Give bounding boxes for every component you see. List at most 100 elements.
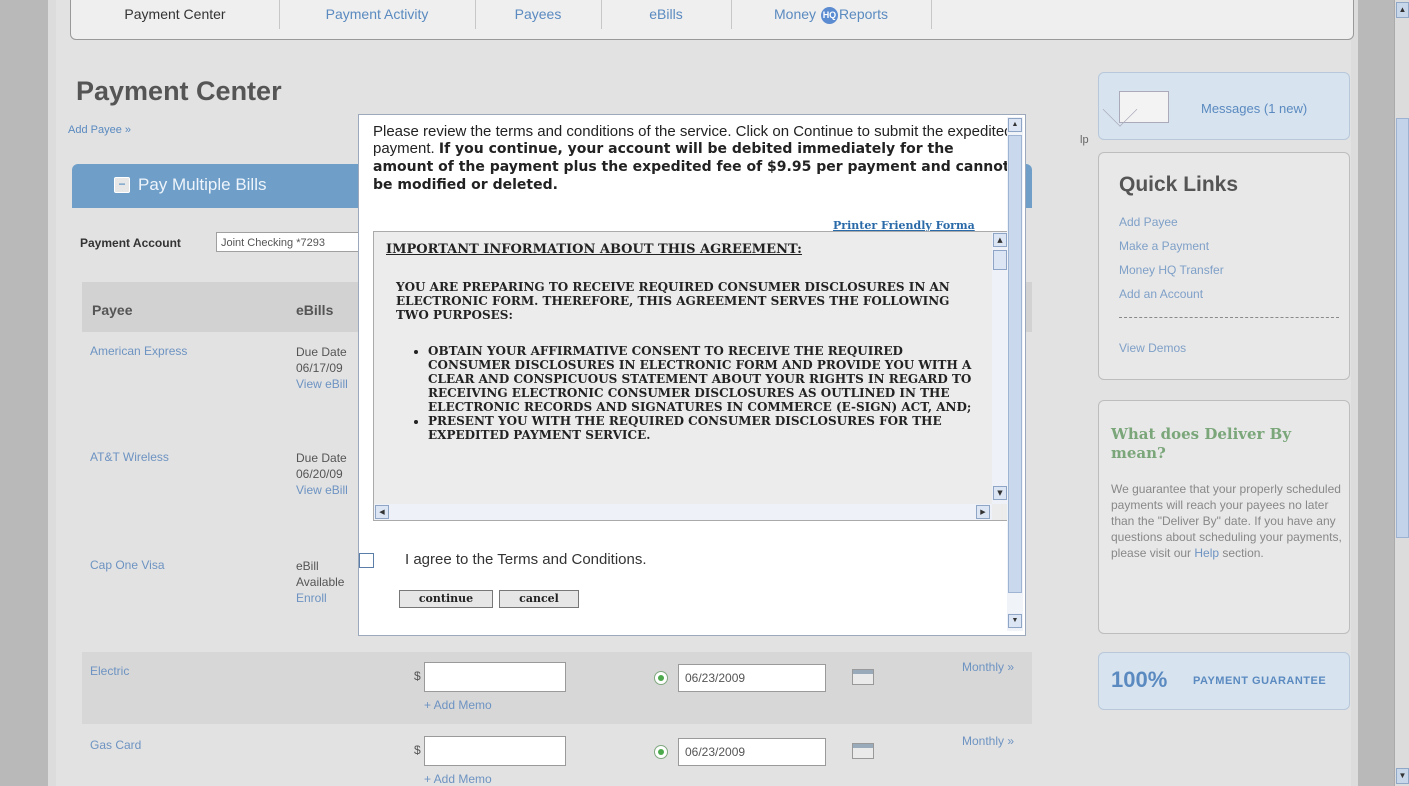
agreement-list: OBTAIN YOUR AFFIRMATIVE CONSENT TO RECEI…: [410, 344, 988, 442]
agree-checkbox[interactable]: [359, 553, 374, 568]
tab-payment-center[interactable]: Payment Center: [71, 0, 280, 29]
modal-vscrollbar[interactable]: ▲ ▼: [1007, 117, 1023, 631]
frequency-link[interactable]: Monthly »: [962, 734, 1014, 748]
pay-multiple-label: Pay Multiple Bills: [138, 175, 267, 194]
calendar-icon[interactable]: [852, 743, 874, 759]
deliver-by-title: What does Deliver By mean?: [1111, 425, 1292, 462]
payee-link[interactable]: Gas Card: [90, 738, 141, 752]
currency-symbol: $: [414, 669, 421, 683]
messages-link[interactable]: Messages (1 new): [1201, 101, 1307, 116]
agreement-heading: IMPORTANT INFORMATION ABOUT THIS AGREEME…: [386, 242, 802, 257]
scroll-down-arrow-icon[interactable]: ▼: [1008, 614, 1022, 628]
view-ebill-link[interactable]: View eBill: [296, 482, 348, 498]
tab-label: Payees: [514, 6, 562, 22]
table-row: Gas Card $ + Add Memo 06/23/2009 Monthly…: [82, 726, 1032, 786]
ebill-line: Due Date: [296, 451, 347, 465]
add-memo-link[interactable]: + Add Memo: [424, 772, 492, 786]
enroll-ebill-link[interactable]: Enroll: [296, 590, 344, 606]
modal-intro-text: Please review the terms and conditions o…: [373, 123, 1013, 194]
deliver-by-radio[interactable]: [654, 745, 668, 759]
ebill-line: Due Date: [296, 345, 347, 359]
scroll-up-arrow-icon[interactable]: ▲: [1396, 2, 1409, 18]
amount-input[interactable]: [424, 662, 566, 692]
scroll-down-arrow-icon[interactable]: ▼: [1396, 768, 1409, 784]
tab-money-hq-reports[interactable]: Money HQ Reports: [731, 0, 932, 29]
agree-checkbox-row[interactable]: I agree to the Terms and Conditions.: [359, 551, 647, 568]
payment-guarantee-badge[interactable]: 100% PAYMENT GUARANTEE: [1098, 652, 1350, 710]
date-input[interactable]: 06/23/2009: [678, 738, 826, 766]
frequency-link[interactable]: Monthly »: [962, 660, 1014, 674]
guarantee-text: PAYMENT GUARANTEE: [1193, 675, 1327, 687]
payee-link[interactable]: Cap One Visa: [90, 558, 165, 572]
page-scrollbar[interactable]: ▲ ▼: [1394, 0, 1409, 786]
payee-link[interactable]: AT&T Wireless: [90, 450, 169, 464]
scroll-left-arrow-icon[interactable]: ◀: [375, 505, 389, 519]
cancel-button[interactable]: cancel: [499, 590, 579, 608]
quick-link-make-payment[interactable]: Make a Payment: [1119, 239, 1209, 253]
agreement-vscrollbar[interactable]: ▲ ▼: [992, 232, 1008, 504]
amount-input[interactable]: [424, 736, 566, 766]
continue-button[interactable]: continue: [399, 590, 493, 608]
view-ebill-link[interactable]: View eBill: [296, 376, 348, 392]
tab-label: eBills: [649, 6, 683, 22]
header-payee: Payee: [92, 302, 133, 318]
deliver-by-radio[interactable]: [654, 671, 668, 685]
intro-bold-warning: If you continue, your account will be de…: [373, 141, 1010, 193]
tab-label: Payment Center: [124, 6, 226, 22]
quick-links-title: Quick Links: [1119, 173, 1239, 196]
main-nav: Payment Center Payment Activity Payees e…: [70, 0, 1354, 40]
payment-account-label: Payment Account: [80, 236, 181, 250]
payment-account-select[interactable]: Joint Checking *7293: [216, 232, 366, 252]
ebill-line: 06/20/09: [296, 467, 343, 481]
ebill-line: eBill: [296, 559, 319, 573]
agreement-scroll-box[interactable]: IMPORTANT INFORMATION ABOUT THIS AGREEME…: [373, 231, 1009, 521]
payee-link[interactable]: American Express: [90, 344, 187, 358]
tab-payment-activity[interactable]: Payment Activity: [279, 0, 476, 29]
tab-label: Money: [774, 6, 820, 22]
scroll-right-arrow-icon[interactable]: ▶: [976, 505, 990, 519]
scroll-up-arrow-icon[interactable]: ▲: [993, 233, 1007, 247]
quick-link-add-payee[interactable]: Add Payee: [1119, 215, 1178, 229]
terms-modal: Please review the terms and conditions o…: [358, 114, 1026, 636]
help-section-link[interactable]: Help: [1194, 546, 1219, 560]
tab-ebills[interactable]: eBills: [601, 0, 732, 29]
quick-link-money-hq-transfer[interactable]: Money HQ Transfer: [1119, 263, 1224, 277]
payee-link[interactable]: Electric: [90, 664, 129, 678]
tab-label: Reports: [838, 6, 888, 22]
agree-label: I agree to the Terms and Conditions.: [405, 551, 647, 568]
date-input[interactable]: 06/23/2009: [678, 664, 826, 692]
collapse-icon[interactable]: −: [114, 177, 130, 193]
tab-label: Payment Activity: [325, 6, 429, 22]
header-ebills: eBills: [296, 302, 334, 318]
quick-links-box: Quick Links Add Payee Make a Payment Mon…: [1098, 152, 1350, 380]
table-row: Electric $ + Add Memo 06/23/2009 Monthly…: [82, 652, 1032, 724]
scrollbar-thumb[interactable]: [1396, 118, 1409, 538]
deliver-by-info-box: What does Deliver By mean? We guarantee …: [1098, 400, 1350, 634]
help-link[interactable]: lp: [1080, 134, 1089, 146]
ebill-line: Available: [296, 575, 345, 589]
messages-box[interactable]: Messages (1 new): [1098, 72, 1350, 140]
ebill-line: 06/17/09: [296, 361, 343, 375]
ebill-info: Due Date 06/20/09 View eBill: [296, 450, 348, 498]
page-title: Payment Center: [76, 76, 282, 106]
deliver-by-body-end: section.: [1219, 546, 1264, 560]
view-demos-link[interactable]: View Demos: [1119, 341, 1186, 355]
divider: [1119, 317, 1339, 318]
add-payee-link[interactable]: Add Payee »: [68, 124, 131, 136]
agreement-hscrollbar[interactable]: ◀ ▶: [374, 504, 992, 520]
tab-payees[interactable]: Payees: [475, 0, 602, 29]
scrollbar-thumb[interactable]: [993, 250, 1007, 270]
calendar-icon[interactable]: [852, 669, 874, 685]
ebill-info: Due Date 06/17/09 View eBill: [296, 344, 348, 392]
add-memo-link[interactable]: + Add Memo: [424, 698, 492, 712]
hq-badge-icon: HQ: [820, 6, 838, 24]
deliver-by-text: We guarantee that your properly schedule…: [1111, 481, 1343, 561]
scroll-down-arrow-icon[interactable]: ▼: [993, 486, 1007, 500]
guarantee-percent: 100%: [1111, 667, 1168, 692]
ebill-info: eBill Available Enroll: [296, 558, 344, 606]
agreement-paragraph: YOU ARE PREPARING TO RECEIVE REQUIRED CO…: [396, 280, 950, 322]
scrollbar-thumb[interactable]: [1008, 135, 1022, 593]
scroll-up-arrow-icon[interactable]: ▲: [1008, 118, 1022, 132]
envelope-icon: [1119, 91, 1169, 123]
quick-link-add-account[interactable]: Add an Account: [1119, 287, 1203, 301]
